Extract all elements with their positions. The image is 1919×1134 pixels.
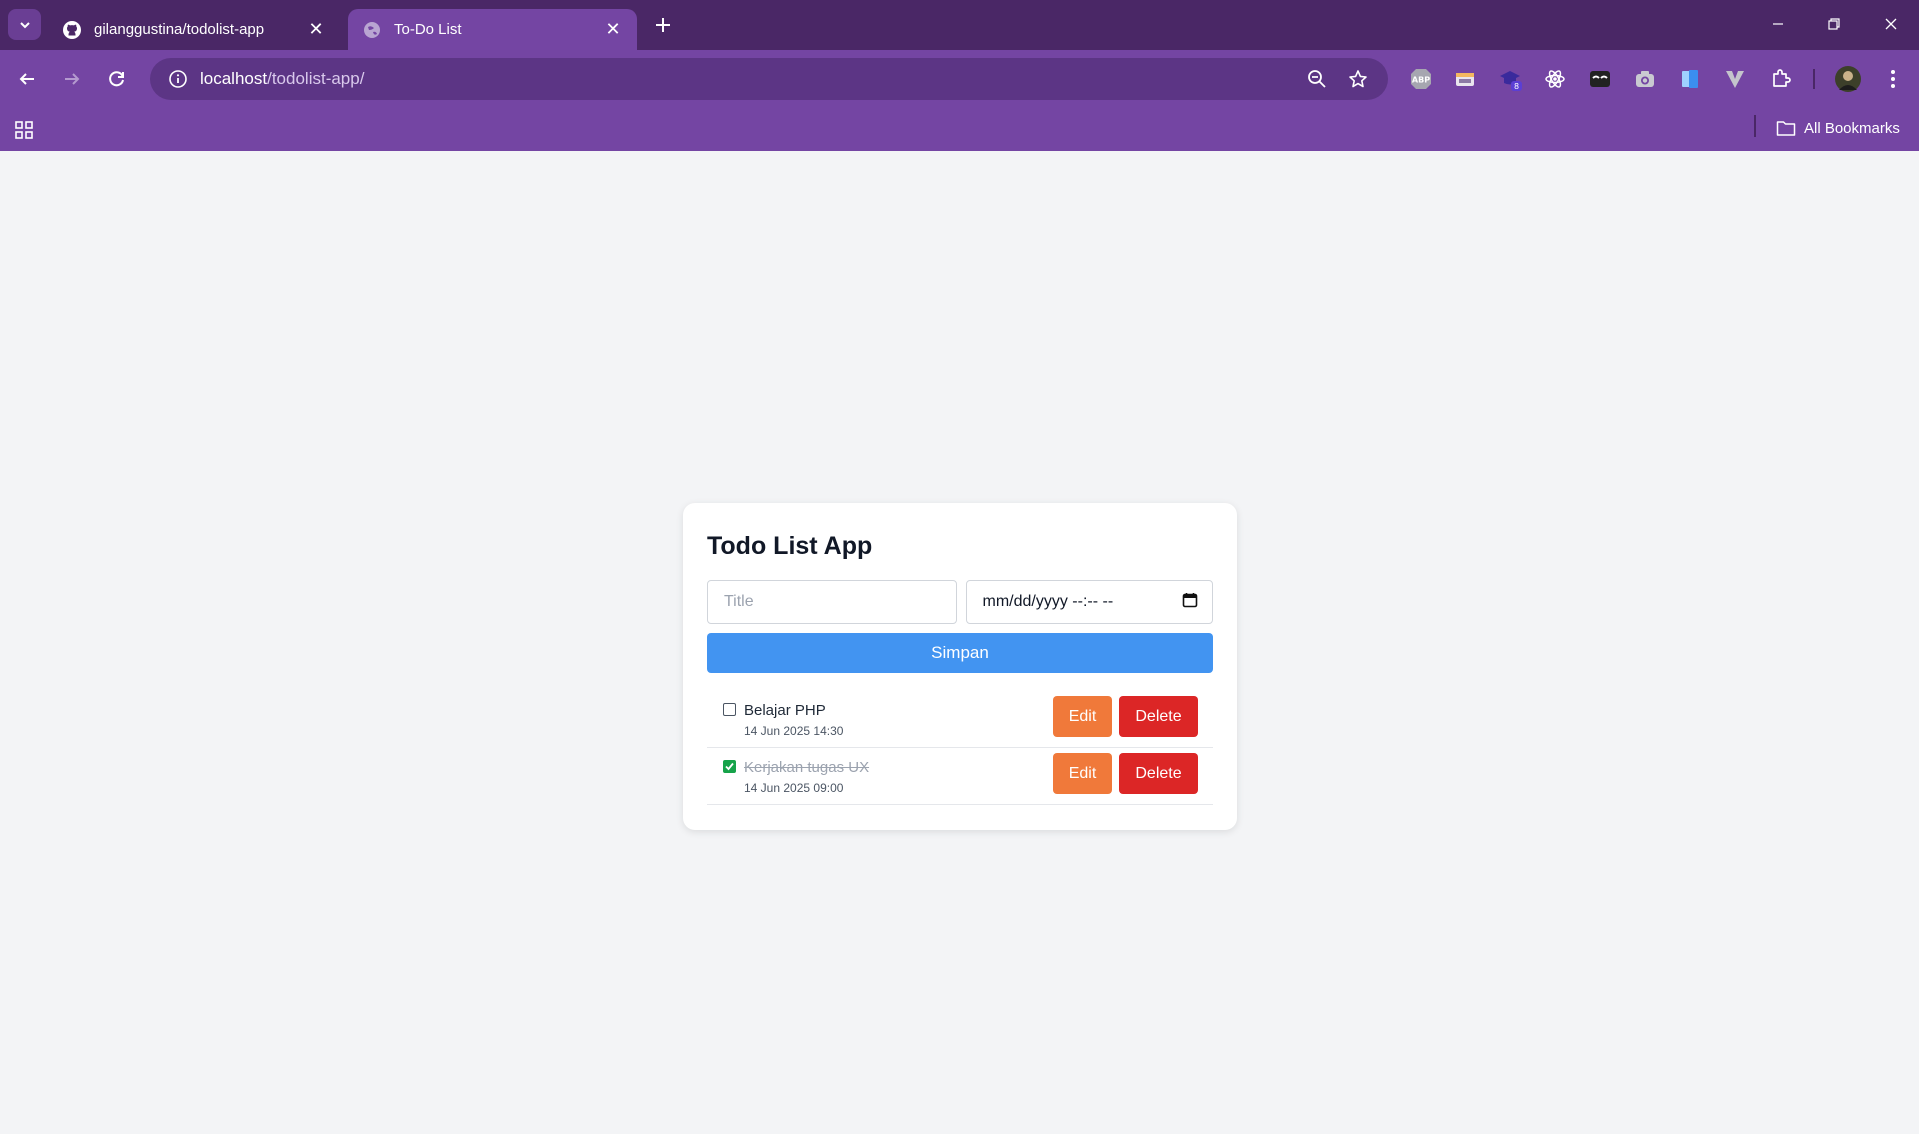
restore-button[interactable] [1816, 8, 1852, 40]
v-icon[interactable] [1722, 66, 1748, 92]
globe-icon [362, 20, 382, 40]
title-input[interactable]: Title [707, 580, 957, 624]
edit-button[interactable]: Edit [1053, 696, 1112, 737]
forward-button[interactable] [57, 64, 87, 94]
mask-icon[interactable] [1587, 66, 1613, 92]
url-host: localhost [200, 69, 268, 88]
more-menu-icon[interactable] [1880, 66, 1906, 92]
page-title: Todo List App [707, 532, 873, 560]
list-item: Kerjakan tugas UX 14 Jun 2025 09:00 Edit… [707, 748, 1213, 805]
address-bar[interactable]: localhost/todolist-app/ [150, 58, 1388, 100]
reload-button[interactable] [102, 64, 132, 94]
close-window-button[interactable] [1873, 8, 1909, 40]
camera-icon[interactable] [1632, 66, 1658, 92]
close-icon [1885, 18, 1897, 30]
browser-titlebar: gilanggustina/todolist-app ✕ To-Do List … [0, 0, 1919, 50]
tab-title: To-Do List [394, 21, 462, 38]
info-icon[interactable] [156, 69, 200, 89]
toolbar-separator [1813, 69, 1815, 89]
plus-icon [656, 18, 670, 32]
tab-github[interactable]: gilanggustina/todolist-app ✕ [48, 9, 340, 50]
zoom-icon[interactable] [1306, 68, 1328, 90]
apps-grid-icon[interactable] [12, 118, 36, 142]
minimize-icon [1773, 23, 1783, 25]
todo-card: Todo List App Title mm/dd/yyyy --:-- -- … [683, 503, 1237, 830]
minimize-button[interactable] [1760, 8, 1796, 40]
all-bookmarks-button[interactable]: All Bookmarks [1776, 116, 1900, 140]
atom-icon[interactable] [1542, 66, 1568, 92]
url-text: localhost/todolist-app/ [200, 69, 364, 89]
edit-button[interactable]: Edit [1053, 753, 1112, 794]
back-button[interactable] [12, 64, 42, 94]
todo-date: 14 Jun 2025 09:00 [744, 781, 844, 795]
cap-icon[interactable]: 8 [1497, 66, 1523, 92]
calendar-icon[interactable] [1182, 592, 1198, 613]
github-icon [62, 20, 82, 40]
url-path: /todolist-app/ [267, 69, 365, 88]
delete-button[interactable]: Delete [1119, 753, 1198, 794]
todo-form: Title mm/dd/yyyy --:-- -- [707, 580, 1213, 624]
abp-icon[interactable]: ABP [1408, 66, 1434, 92]
restore-icon [1828, 18, 1840, 30]
datetime-input[interactable]: mm/dd/yyyy --:-- -- [965, 580, 1213, 624]
all-bookmarks-label: All Bookmarks [1804, 119, 1900, 137]
bookmarks-separator [1754, 115, 1756, 137]
close-icon[interactable]: ✕ [603, 19, 623, 40]
todo-title: Belajar PHP [744, 702, 826, 719]
save-button[interactable]: Simpan [707, 633, 1213, 673]
reload-icon [109, 71, 124, 87]
datetime-placeholder: mm/dd/yyyy --:-- -- [982, 593, 1114, 610]
todo-date: 14 Jun 2025 14:30 [744, 724, 844, 738]
bookmarks-bar: All Bookmarks [0, 108, 1919, 151]
delete-button[interactable]: Delete [1119, 696, 1198, 737]
folder-icon [1776, 119, 1796, 137]
chevron-down-icon [19, 21, 30, 28]
todo-list: Belajar PHP 14 Jun 2025 14:30 Edit Delet… [707, 691, 1213, 805]
window-icon[interactable] [1452, 66, 1478, 92]
new-tab-button[interactable] [651, 13, 675, 37]
puzzle-icon[interactable] [1768, 66, 1794, 92]
todo-checkbox[interactable] [723, 703, 736, 716]
abp-label: ABP [1412, 76, 1430, 85]
todo-checkbox[interactable] [723, 760, 736, 773]
close-icon[interactable]: ✕ [306, 19, 326, 40]
arrow-right-icon [65, 73, 80, 85]
list-item: Belajar PHP 14 Jun 2025 14:30 Edit Delet… [707, 691, 1213, 748]
extension-badge: 8 [1514, 82, 1519, 91]
tab-search-button[interactable] [8, 9, 41, 40]
avatar[interactable] [1834, 65, 1862, 93]
arrow-left-icon [19, 73, 34, 85]
page-viewport: Todo List App Title mm/dd/yyyy --:-- -- … [0, 151, 1919, 1134]
todo-title: Kerjakan tugas UX [744, 759, 870, 776]
book-icon[interactable] [1677, 66, 1703, 92]
tab-todo-list[interactable]: To-Do List ✕ [348, 9, 637, 50]
browser-toolbar: localhost/todolist-app/ ABP 8 [0, 50, 1919, 108]
tab-title: gilanggustina/todolist-app [94, 21, 265, 38]
check-icon [725, 762, 734, 771]
star-icon[interactable] [1347, 68, 1369, 90]
